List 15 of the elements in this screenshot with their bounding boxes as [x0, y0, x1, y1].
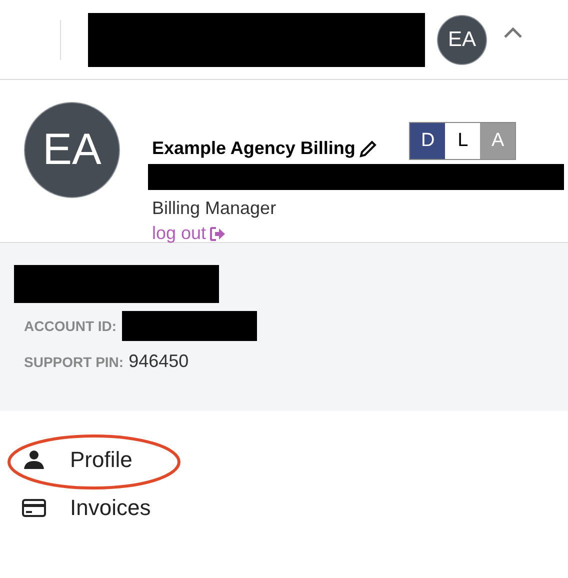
- avatar: EA: [24, 102, 120, 198]
- person-icon: [22, 450, 46, 470]
- role-text: Billing Manager: [152, 198, 278, 219]
- pencil-icon[interactable]: [359, 140, 378, 158]
- field-value: 946450: [128, 351, 189, 372]
- logout-icon: [210, 226, 226, 240]
- avatar[interactable]: EA: [437, 14, 487, 64]
- logout-link[interactable]: log out: [152, 223, 226, 244]
- mode-button[interactable]: D: [410, 123, 446, 159]
- chevron-up-icon[interactable]: [503, 26, 523, 38]
- field-label: ACCOUNT ID:: [24, 318, 117, 334]
- account-name: Example Agency Billing: [152, 138, 356, 159]
- menu-item[interactable]: Invoices: [22, 495, 151, 521]
- credit-card-icon: [22, 499, 46, 517]
- field-label: SUPPORT PIN:: [24, 354, 124, 370]
